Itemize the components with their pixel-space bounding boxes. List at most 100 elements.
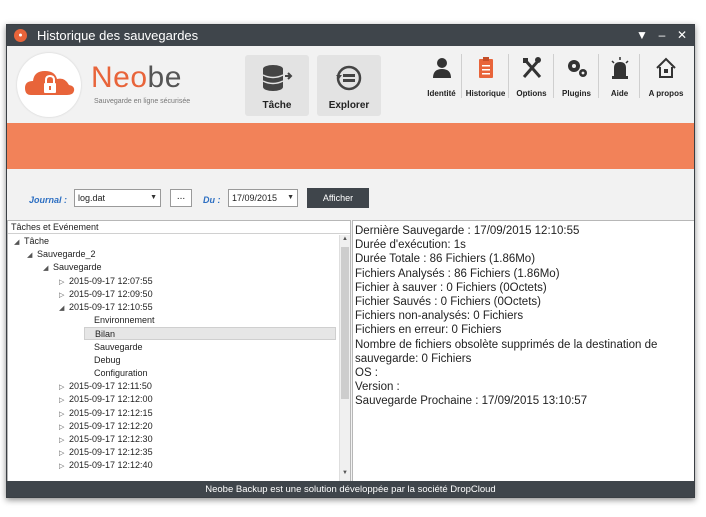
brand-prefix: Neo [91, 61, 148, 94]
tree-node[interactable]: ▷ 2015-09-17 12:11:50 [59, 380, 152, 393]
tree-node-label: 2015-09-17 12:12:15 [69, 407, 153, 418]
expanded-arrow-icon[interactable]: ◢ [43, 262, 53, 275]
tree-node-label: Debug [94, 354, 121, 365]
scroll-up-icon[interactable]: ▲ [340, 236, 350, 246]
tree-node[interactable]: ▷ 2015-09-17 12:12:15 [59, 407, 153, 420]
expanded-arrow-icon[interactable]: ◢ [27, 249, 37, 262]
afficher-button[interactable]: Afficher [307, 188, 369, 208]
events-tree-panel: Tâches et Evénement ◢ Tâche ◢ Sauvegarde_2 ◢… [7, 220, 351, 482]
user-icon [432, 58, 451, 78]
toolbar-identite-label: Identité [427, 89, 456, 98]
toolbar-plugins[interactable]: Plugins [555, 54, 599, 98]
collapsed-arrow-icon[interactable]: ▷ [59, 276, 69, 289]
collapsed-arrow-icon[interactable]: ▷ [59, 289, 69, 302]
date-label: Du : [203, 195, 221, 205]
tree-node[interactable]: ▷ 2015-09-17 12:09:50 [59, 288, 153, 301]
minimize-icon[interactable]: – [653, 26, 671, 44]
tree-node-label: 2015-09-17 12:12:40 [69, 460, 153, 471]
collapsed-arrow-icon[interactable]: ▷ [59, 381, 69, 394]
tree-node-label: Tâche [24, 236, 50, 246]
status-bar: Neobe Backup est une solution développée… [7, 481, 694, 497]
tree-node[interactable]: ▷ 2015-09-17 12:12:40 [59, 459, 153, 472]
tree-node-label: Sauvegarde [94, 341, 143, 352]
database-icon [262, 65, 293, 91]
tree-leaf[interactable]: Sauvegarde [84, 341, 143, 354]
menu-icon[interactable]: ▼ [633, 26, 651, 44]
expanded-arrow-icon[interactable]: ◢ [14, 236, 24, 249]
chevron-down-icon: ▼ [287, 194, 294, 201]
clipboard-icon [478, 57, 493, 78]
detail-line: Nombre de fichiers obsolète supprimés de… [355, 338, 658, 365]
tools-icon [522, 57, 541, 78]
title-bar: ● Historique des sauvegardes ▼ – ✕ [7, 25, 694, 46]
tree-leaf[interactable]: Bilan [84, 327, 336, 341]
toolbar-historique-label: Historique [465, 89, 506, 98]
tree-node-label: Sauvegarde_2 [37, 249, 96, 260]
tree-scrollbar[interactable]: ▲ ▼ [339, 235, 350, 481]
brand-tagline: Sauvegarde en ligne sécurisée [94, 98, 191, 105]
detail-line: Fichiers Analysés : 86 Fichiers (1.86Mo) [355, 267, 560, 280]
tache-button[interactable]: Tâche [245, 55, 309, 116]
app-logo-icon: ● [14, 29, 27, 42]
tree-node[interactable]: ▷ 2015-09-17 12:12:00 [59, 393, 153, 406]
toolbar-a-propos[interactable]: A propos [641, 54, 691, 98]
tree-node-label: Environnement [94, 315, 155, 326]
collapsed-arrow-icon[interactable]: ▷ [59, 434, 69, 447]
collapsed-arrow-icon[interactable]: ▷ [59, 394, 69, 407]
scroll-down-icon[interactable]: ▼ [340, 470, 350, 480]
brand-suffix: be [147, 61, 182, 94]
close-icon[interactable]: ✕ [673, 26, 691, 44]
tree-node[interactable]: ▷ 2015-09-17 12:12:30 [59, 433, 153, 446]
orange-banner [7, 123, 694, 169]
tache-label: Tâche [262, 100, 292, 111]
toolbar-identite[interactable]: Identité [422, 54, 462, 98]
tree-node-label: 2015-09-17 12:12:30 [69, 434, 153, 444]
collapsed-arrow-icon[interactable]: ▷ [59, 460, 69, 473]
tree-node-label: 2015-09-17 12:09:50 [69, 288, 153, 299]
detail-line: Fichiers non-analysés: 0 Fichiers [355, 310, 524, 323]
detail-line: Fichier à sauver : 0 Fichiers (0Octets) [355, 281, 547, 294]
backup-history-window: ● Historique des sauvegardes ▼ – ✕ Neobe… [6, 24, 695, 498]
tree-node-label: 2015-09-17 12:11:50 [69, 381, 152, 392]
tree-node[interactable]: ▷ 2015-09-17 12:12:20 [59, 420, 153, 433]
detail-line: Version : [355, 381, 400, 394]
tree-node[interactable]: ◢ 2015-09-17 12:10:55 [59, 301, 153, 314]
collapsed-arrow-icon[interactable]: ▷ [59, 421, 69, 434]
toolbar-options-label: Options [516, 89, 547, 98]
tree-leaf[interactable]: Environnement [84, 314, 155, 327]
detail-line: Fichiers en erreur: 0 Fichiers [355, 324, 502, 337]
tree-node[interactable]: ◢ Sauvegarde [43, 261, 102, 274]
detail-line: Durée d'exécution: 1s [355, 239, 466, 252]
journal-label: Journal : [29, 195, 68, 205]
collapsed-arrow-icon[interactable]: ▷ [59, 447, 69, 460]
tree-node-label: 2015-09-17 12:10:55 [69, 302, 153, 312]
scroll-thumb[interactable] [341, 247, 349, 399]
tree-leaf[interactable]: Debug [84, 354, 121, 367]
date-select[interactable]: 17/09/2015 ▼ [228, 189, 298, 207]
journal-value: log.dat [78, 193, 106, 203]
explorer-button[interactable]: Explorer [317, 55, 381, 116]
gears-icon [567, 60, 587, 77]
tree-node[interactable]: ◢ Tâche [14, 235, 49, 248]
tree-node-label: 2015-09-17 12:12:20 [69, 420, 153, 431]
tree-leaf[interactable]: Configuration [84, 367, 148, 380]
detail-line: Sauvegarde Prochaine : 17/09/2015 13:10:… [355, 395, 588, 408]
brand-name: Neobe [91, 61, 182, 95]
filter-bar: Journal : log.dat ▼ ... Du : 17/09/2015 … [7, 169, 694, 219]
tree-node-label: Configuration [94, 368, 148, 378]
tree-node-label: Bilan [95, 329, 116, 340]
tree-node[interactable]: ▷ 2015-09-17 12:07:55 [59, 275, 153, 288]
collapsed-arrow-icon[interactable]: ▷ [59, 408, 69, 421]
expanded-arrow-icon[interactable]: ◢ [59, 302, 69, 315]
browse-button[interactable]: ... [170, 189, 192, 207]
detail-line: OS : [355, 367, 379, 380]
tree-node[interactable]: ▷ 2015-09-17 12:12:35 [59, 446, 153, 459]
chevron-down-icon: ▼ [150, 194, 157, 201]
toolbar-historique[interactable]: Historique [463, 54, 509, 98]
journal-select[interactable]: log.dat ▼ [74, 189, 161, 207]
toolbar-options[interactable]: Options [510, 54, 554, 98]
tree-node-label: 2015-09-17 12:12:00 [69, 394, 153, 405]
tree-node[interactable]: ◢ Sauvegarde_2 [27, 248, 96, 261]
detail-line: Dernière Sauvegarde : 17/09/2015 12:10:5… [355, 225, 580, 237]
toolbar-aide[interactable]: Aide [600, 54, 640, 98]
